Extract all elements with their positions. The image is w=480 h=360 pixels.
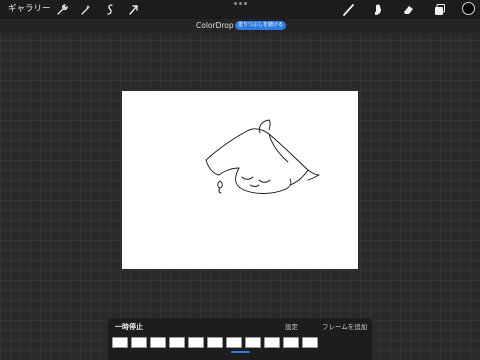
magic-wand-icon[interactable] (79, 3, 92, 16)
selection-icon[interactable] (104, 3, 117, 16)
frame-thumbnail[interactable] (150, 337, 166, 348)
frame-thumbnail[interactable] (264, 337, 280, 348)
frame-thumbnail[interactable] (112, 337, 128, 348)
current-frame-indicator (231, 351, 250, 353)
window-grabber[interactable] (233, 2, 247, 5)
smudge-icon[interactable] (372, 3, 385, 16)
gallery-button[interactable]: ギャラリー (8, 4, 51, 15)
transform-arrow-icon[interactable] (127, 3, 140, 16)
frame-strip (112, 337, 318, 348)
continue-fill-button[interactable]: 塗りつぶしを続ける (235, 21, 286, 30)
frame-thumbnail[interactable] (188, 337, 204, 348)
color-picker-button[interactable] (462, 2, 475, 15)
layers-icon[interactable] (433, 3, 446, 16)
add-frame-button[interactable]: フレームを追加 (322, 323, 367, 332)
eraser-icon[interactable] (402, 3, 415, 16)
animation-timeline: 一時停止 設定 フレームを追加 (108, 318, 372, 360)
frame-thumbnail[interactable] (169, 337, 185, 348)
colordrop-title: ColorDrop (196, 21, 234, 30)
sketch-drawing (205, 119, 320, 194)
frame-thumbnail[interactable] (207, 337, 223, 348)
frame-thumbnail[interactable] (131, 337, 147, 348)
settings-button[interactable]: 設定 (285, 323, 298, 332)
brush-icon[interactable] (342, 3, 355, 16)
frame-thumbnail[interactable] (226, 337, 242, 348)
frame-thumbnail[interactable] (302, 337, 318, 348)
pause-button[interactable]: 一時停止 (115, 323, 143, 332)
frame-thumbnail[interactable] (245, 337, 261, 348)
drawing-canvas[interactable] (122, 91, 358, 269)
wrench-icon[interactable] (55, 3, 68, 16)
frame-thumbnail[interactable] (283, 337, 299, 348)
